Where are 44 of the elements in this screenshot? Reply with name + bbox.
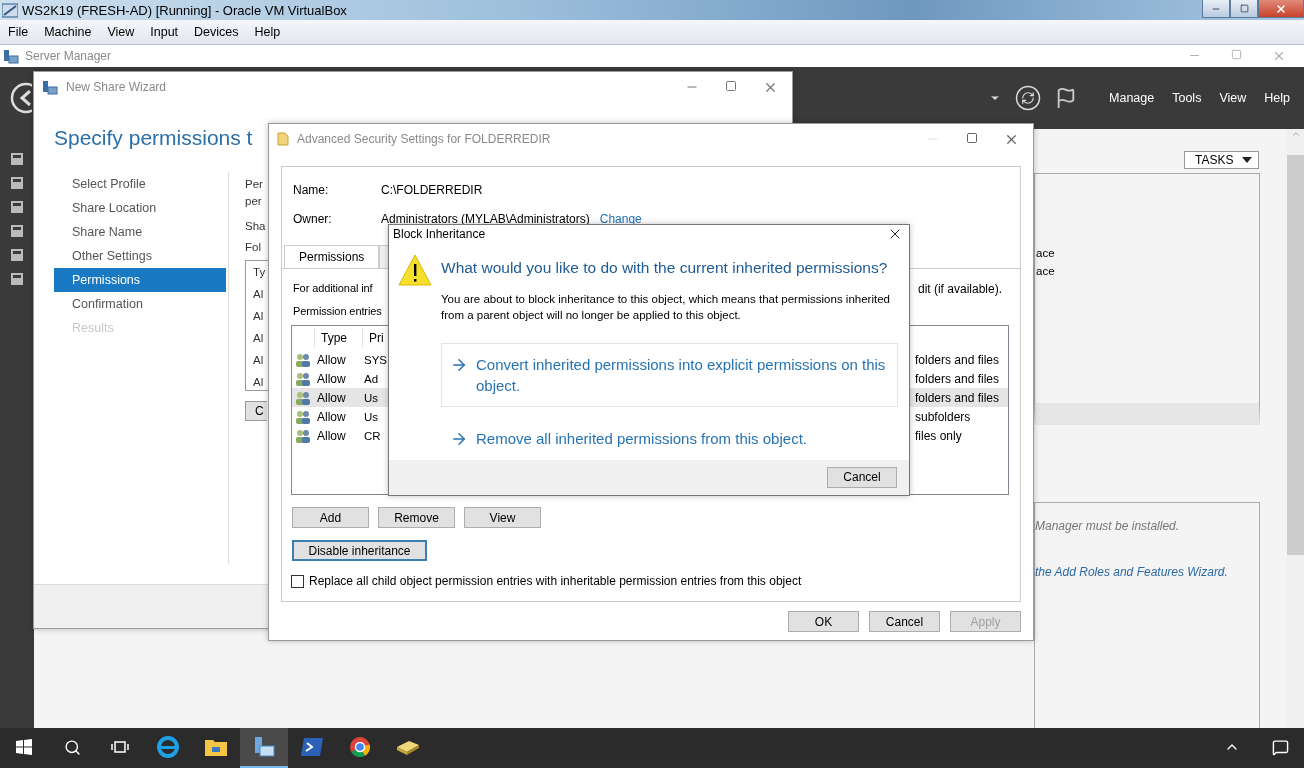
dialog-question: What would you like to do with the current inherited permissions? [441,257,889,277]
list-label: Permission entries [293,305,382,317]
note-text: Manager must be installed. [1035,519,1181,533]
table-cell-text: SYS [363,353,388,366]
description-text: per [245,194,262,209]
table-cell-text: files only [915,428,963,443]
table-cell-text: Allow [316,371,347,386]
window-title: WS2K19 (FRESH-AD) [Running] - Oracle VM VirtualBox [22,2,347,18]
table-cell-text: Al [253,287,264,302]
table-cell-text: Allow [316,352,347,367]
table-cell-text: Us [363,391,380,404]
info-text: For additional inf [293,282,373,296]
window-title: Advanced Security Settings for FOLDERREDIR [297,132,551,146]
table-cell-text: Al [253,375,264,390]
description-text: Per [245,177,263,192]
field-value: C:\FOLDERREDIR [381,182,483,197]
tile-text: ace [1035,265,1056,277]
window-title: Server Manager [25,49,112,63]
dialog-message: You are about to block inheritance to this object, which means that permissions inherited from a parent object will no longer be applied to this object. [441,291,891,323]
info-text: dit (if available). [917,282,1002,296]
field-value: Administrators (MYLAB\Administrators) [381,211,590,226]
table-cell-text: folders and files [915,390,1001,405]
table-cell-text: Allow [316,428,347,443]
table-cell-text: Us [363,410,380,423]
table-cell-text: Al [253,331,264,346]
table-cell-text: Allow [316,390,347,405]
table-cell-text: folders and files [915,371,1001,386]
field-label: Name: [293,182,330,197]
table-cell-text: Allow [316,409,347,424]
field-label: Owner: [293,211,333,226]
field-label: Sha [245,219,266,234]
wizard-heading: Specify permissions t [53,125,253,150]
tile-text: ace [1035,247,1056,259]
table-cell-text: Al [253,353,264,368]
checkbox-label: Replace all child object permission entries with inheritable permission entries from this object [309,574,802,588]
dialog-title: Block Inheritance [393,227,486,242]
table-cell-text: Al [253,309,264,324]
field-label: Fol [245,240,261,255]
table-cell-text: Ad [363,372,380,385]
table-cell-text: CR [363,429,382,442]
table-cell-text: folders and files [915,352,1001,367]
column-header: Ty [253,265,266,280]
table-cell-text: subfolders [915,409,972,424]
window-title: New Share Wizard [66,80,167,94]
